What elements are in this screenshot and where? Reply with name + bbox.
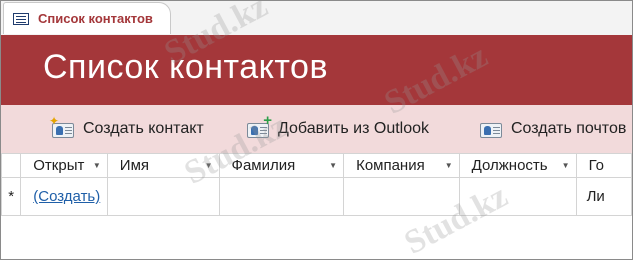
document-tab-bar: Список контактов <box>1 1 632 36</box>
column-header-city[interactable]: Го <box>575 153 632 178</box>
first-name-cell[interactable] <box>106 177 220 216</box>
create-contact-button[interactable]: ✦ Создать контакт <box>49 115 204 141</box>
page-title: Список контактов <box>43 48 329 86</box>
last-name-cell[interactable] <box>218 177 345 216</box>
create-contact-label: Создать контакт <box>83 120 204 137</box>
column-header-first-name[interactable]: Имя ▼ <box>106 153 220 178</box>
tab-contact-list[interactable]: Список контактов <box>3 2 171 34</box>
row-selector-header[interactable] <box>1 153 22 178</box>
sort-dropdown-icon[interactable]: ▼ <box>205 161 213 170</box>
access-form-window: Список контактов Список контактов ✦ Созд… <box>0 0 633 260</box>
create-record-link[interactable]: (Создать) <box>22 188 100 205</box>
column-label: Имя <box>119 157 150 174</box>
column-header-open[interactable]: Открыт ▼ <box>20 153 108 178</box>
new-record-row: * (Создать) Ли <box>1 177 632 216</box>
sort-dropdown-icon[interactable]: ▼ <box>329 161 337 170</box>
email-contact-icon <box>477 117 503 141</box>
header-row: Открыт ▼ Имя ▼ Фамилия ▼ Компания ▼ Должност… <box>1 153 632 178</box>
form-icon <box>13 12 29 25</box>
column-label: Компания <box>356 157 425 174</box>
form-toolbar: ✦ Создать контакт + Добавить из Outlook … <box>1 105 632 153</box>
position-cell[interactable] <box>458 177 577 216</box>
create-email-label: Создать почтов <box>511 120 627 137</box>
add-from-outlook-button[interactable]: + Добавить из Outlook <box>244 113 430 141</box>
new-contact-icon: ✦ <box>49 115 75 141</box>
column-header-position[interactable]: Должность ▼ <box>458 153 577 178</box>
add-contact-icon: + <box>244 113 272 141</box>
sort-dropdown-icon[interactable]: ▼ <box>93 161 101 170</box>
column-label: Фамилия <box>231 157 296 174</box>
column-header-company[interactable]: Компания ▼ <box>343 153 460 178</box>
city-cell-value: Ли <box>586 188 605 205</box>
add-from-outlook-label: Добавить из Outlook <box>278 120 430 137</box>
contacts-datasheet: Открыт ▼ Имя ▼ Фамилия ▼ Компания ▼ Должност… <box>1 153 632 259</box>
create-email-button[interactable]: Создать почтов <box>477 117 626 141</box>
column-label: Открыт <box>33 157 85 174</box>
sort-dropdown-icon[interactable]: ▼ <box>562 161 570 170</box>
new-record-marker[interactable]: * <box>1 177 22 216</box>
form-header: Список контактов <box>1 35 632 105</box>
company-cell[interactable] <box>343 177 460 216</box>
open-cell: (Создать) <box>20 177 108 216</box>
column-label: Должность <box>471 157 548 174</box>
tab-label: Список контактов <box>38 11 153 26</box>
city-cell[interactable]: Ли <box>575 177 632 216</box>
sort-dropdown-icon[interactable]: ▼ <box>445 161 453 170</box>
column-header-last-name[interactable]: Фамилия ▼ <box>218 153 345 178</box>
column-label: Го <box>588 157 605 174</box>
contacts-table: Открыт ▼ Имя ▼ Фамилия ▼ Компания ▼ Должност… <box>1 153 632 216</box>
